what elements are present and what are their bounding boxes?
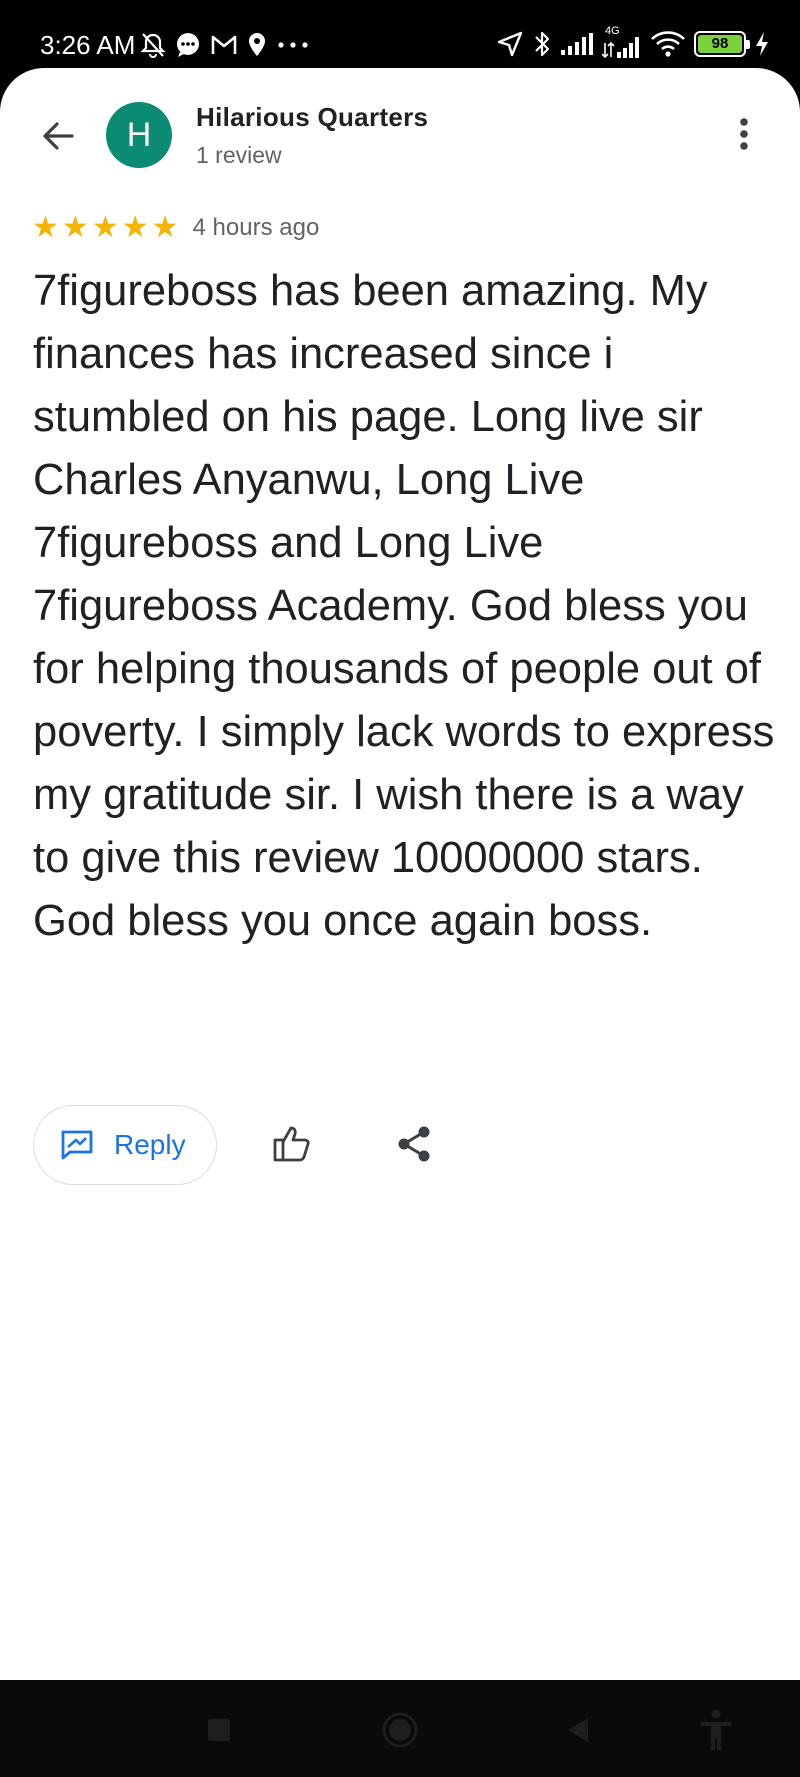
- navigation-icon: [496, 30, 524, 58]
- star-icon: ★: [91, 211, 119, 244]
- alarm-off-icon: [140, 31, 166, 59]
- avatar[interactable]: H: [106, 102, 172, 168]
- signal-icon: [560, 32, 594, 56]
- wifi-icon: [650, 30, 686, 58]
- recents-icon: [208, 1719, 230, 1741]
- reviewer-name[interactable]: Hilarious Quarters: [196, 102, 428, 133]
- charging-icon: [754, 30, 770, 58]
- star-icon: ★: [151, 211, 179, 244]
- star-icon: ★: [121, 211, 149, 244]
- review-text: 7figureboss has been amazing. My finance…: [33, 267, 775, 945]
- reply-label: Reply: [114, 1129, 186, 1160]
- like-button[interactable]: [268, 1120, 316, 1168]
- accessibility-button[interactable]: [690, 1704, 742, 1756]
- back-triangle-icon: [568, 1718, 588, 1742]
- share-icon: [398, 1126, 430, 1162]
- star-rating: ★ ★ ★ ★ ★: [32, 213, 179, 243]
- battery-level: 98: [698, 35, 742, 53]
- chat-icon: [174, 31, 202, 59]
- thumb-up-icon: [273, 1126, 310, 1162]
- bluetooth-icon: [532, 29, 552, 59]
- back-button[interactable]: [32, 110, 84, 162]
- battery-icon: 98: [694, 31, 750, 57]
- navigation-bar: [0, 1680, 800, 1777]
- review-time: 4 hours ago: [192, 214, 320, 241]
- reply-icon: [61, 1130, 93, 1160]
- location-pin-icon: [246, 31, 268, 59]
- signal-4g-icon: 4G: [602, 25, 642, 59]
- system-icons: 4G 98: [496, 25, 770, 62]
- recents-button[interactable]: [193, 1704, 245, 1756]
- more-options-button[interactable]: [726, 112, 762, 156]
- star-icon: ★: [61, 211, 89, 244]
- more-notifications-icon: [276, 40, 310, 50]
- avatar-letter: H: [126, 115, 152, 154]
- home-button[interactable]: [374, 1704, 426, 1756]
- status-bar: 3:26 AM 4G 98: [0, 0, 800, 70]
- review-count: 1 review: [196, 142, 282, 168]
- star-icon: ★: [32, 211, 59, 244]
- more-vert-icon: [740, 118, 748, 150]
- notification-icons: [140, 28, 310, 62]
- accessibility-icon: [701, 1709, 731, 1750]
- status-time: 3:26 AM: [40, 30, 136, 60]
- rating-row: ★ ★ ★ ★ ★ 4 hours ago: [32, 212, 319, 244]
- arrow-back-icon: [43, 122, 74, 150]
- home-icon: [382, 1712, 418, 1748]
- reply-button[interactable]: Reply: [33, 1105, 217, 1185]
- share-button[interactable]: [390, 1120, 438, 1168]
- back-nav-button[interactable]: [552, 1704, 604, 1756]
- gmail-icon: [210, 33, 238, 57]
